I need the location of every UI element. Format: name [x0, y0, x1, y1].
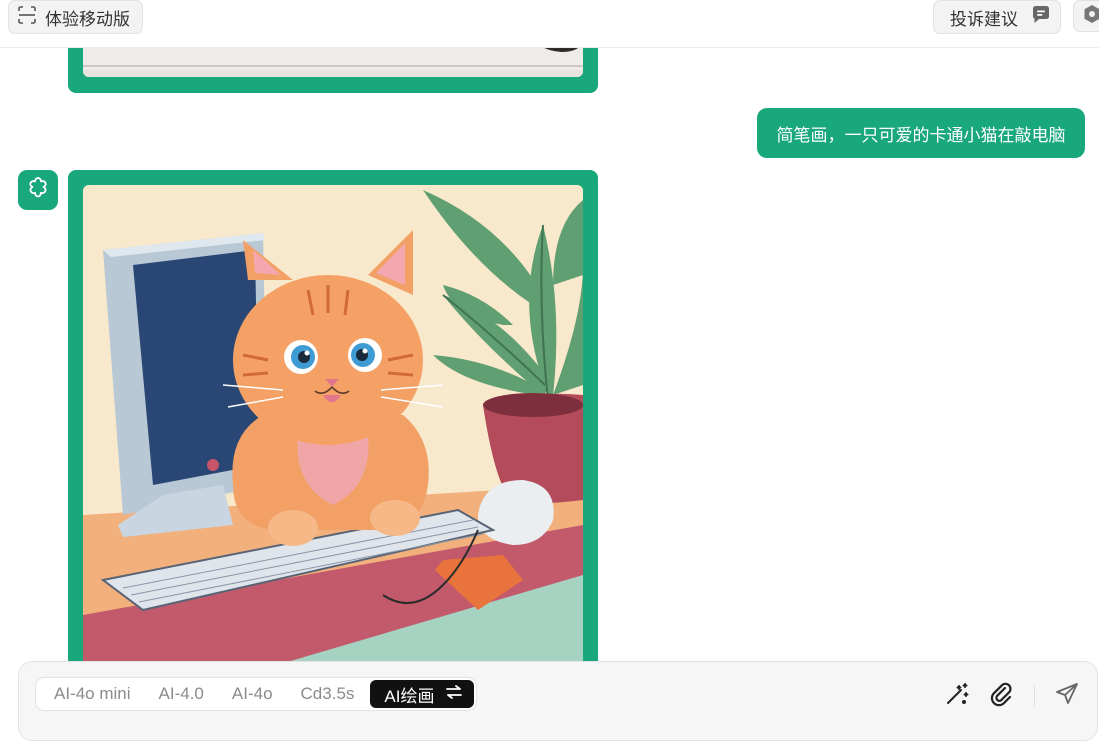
user-message-text: 简笔画，一只可爱的卡通小猫在敲电脑: [776, 125, 1066, 145]
model-tab-label: AI-4o: [231, 684, 273, 703]
active-model-label: AI绘画: [384, 686, 435, 706]
composer-divider: [1034, 686, 1035, 706]
composer-panel: AI-4o mini AI-4.0 AI-4o Cd3.5s AI绘画: [18, 661, 1098, 741]
model-tab-label: Cd3.5s: [300, 684, 355, 703]
generated-image-card: [68, 170, 598, 690]
settings-button[interactable]: [1073, 0, 1099, 32]
top-bar: 体验移动版 投诉建议: [0, 0, 1099, 48]
model-tab-ai-drawing[interactable]: AI绘画: [370, 680, 475, 708]
feedback-label: 投诉建议: [950, 9, 1018, 29]
generated-image[interactable]: [83, 185, 583, 675]
model-tab-ai-4o-mini[interactable]: AI-4o mini: [40, 680, 145, 708]
send-button[interactable]: [1053, 682, 1081, 710]
try-mobile-button[interactable]: 体验移动版: [8, 0, 143, 34]
send-icon: [1054, 681, 1080, 712]
chat-bubble-icon: [1030, 4, 1052, 31]
bot-avatar: [18, 170, 58, 210]
model-tab-ai-4-0[interactable]: AI-4.0: [145, 680, 218, 708]
model-tab-ai-4o[interactable]: AI-4o: [218, 680, 287, 708]
flower-outline-icon: [25, 175, 51, 206]
attach-button[interactable]: [988, 682, 1016, 710]
feedback-button[interactable]: 投诉建议: [933, 0, 1061, 34]
magic-wand-icon: [944, 681, 970, 712]
user-message: 简笔画，一只可爱的卡通小猫在敲电脑: [757, 108, 1085, 158]
scan-icon: [17, 5, 37, 30]
try-mobile-label: 体验移动版: [45, 9, 130, 29]
swap-arrows-icon: [446, 684, 463, 704]
model-tab-label: AI-4.0: [158, 684, 204, 703]
model-selector: AI-4o mini AI-4.0 AI-4o Cd3.5s AI绘画: [35, 677, 478, 711]
paperclip-icon: [989, 681, 1015, 712]
hexagon-icon: [1083, 4, 1099, 29]
model-tab-cd3-5s[interactable]: Cd3.5s: [287, 680, 369, 708]
magic-wand-button[interactable]: [943, 682, 971, 710]
model-tab-label: AI-4o mini: [54, 684, 131, 703]
